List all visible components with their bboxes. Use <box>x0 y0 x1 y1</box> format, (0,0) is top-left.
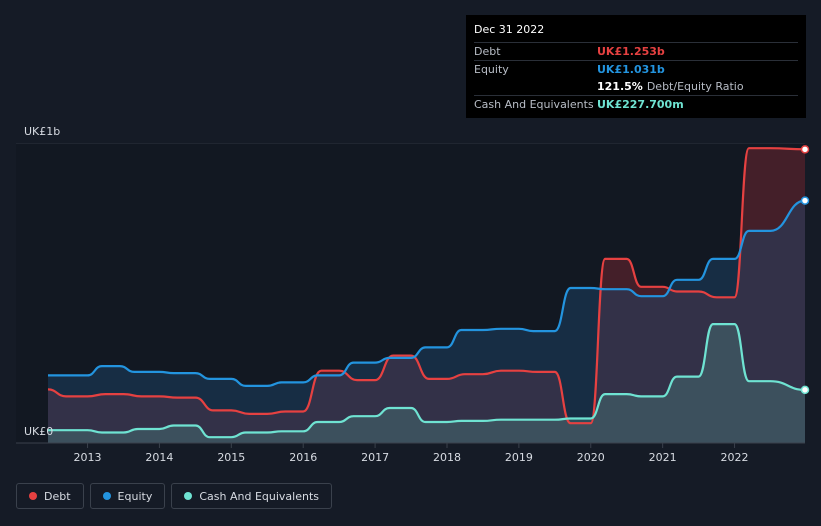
equity-end-marker[interactable] <box>800 196 810 205</box>
tooltip-row-cash: Cash And Equivalents UK£227.700m <box>474 95 798 113</box>
x-tick-label: 2017 <box>361 451 389 464</box>
legend-label: Debt <box>44 489 71 503</box>
tooltip-row-equity: Equity UK£1.031b <box>474 60 798 78</box>
x-tick-label: 2020 <box>577 451 605 464</box>
x-tick-label: 2022 <box>721 451 749 464</box>
legend-item-debt[interactable]: Debt <box>16 483 84 509</box>
tooltip-ratio-caption: Debt/Equity Ratio <box>646 80 744 93</box>
x-tick-label: 2021 <box>649 451 677 464</box>
x-tick-label: 2015 <box>217 451 245 464</box>
x-tick-label: 2013 <box>74 451 102 464</box>
tooltip-row-ratio: 121.5% Debt/Equity Ratio <box>474 78 798 95</box>
y-axis-top-label: UK£1b <box>24 125 60 138</box>
tooltip-label: Equity <box>474 63 509 76</box>
x-tick-label: 2014 <box>145 451 173 464</box>
x-tick-label: 2018 <box>433 451 461 464</box>
chart-legend: Debt Equity Cash And Equivalents <box>16 483 332 509</box>
legend-item-equity[interactable]: Equity <box>89 483 166 509</box>
x-tick-label: 2019 <box>505 451 533 464</box>
x-tick-label: 2016 <box>289 451 317 464</box>
tooltip-label: Debt <box>474 45 501 58</box>
tooltip-ratio-value: 121.5% <box>597 80 643 93</box>
legend-item-cash[interactable]: Cash And Equivalents <box>171 483 332 509</box>
tooltip-cash-value: UK£227.700m <box>597 98 684 111</box>
tooltip-date: Dec 31 2022 <box>474 23 545 36</box>
tooltip-equity-value: UK£1.031b <box>597 63 665 76</box>
cash-and-equivalents-end-marker[interactable] <box>800 385 810 395</box>
legend-label: Cash And Equivalents <box>199 489 319 503</box>
tooltip-label: Cash And Equivalents <box>474 98 594 111</box>
equity-dot-icon <box>102 492 111 500</box>
y-axis-bottom-label: UK£0 <box>24 425 53 438</box>
hover-tooltip: Dec 31 2022 Debt UK£1.253b Equity UK£1.0… <box>466 15 806 118</box>
debt-end-marker[interactable] <box>800 145 810 154</box>
tooltip-debt-value: UK£1.253b <box>597 45 665 58</box>
x-axis-ticks: 2013 2014 2015 2016 2017 2018 2019 2020 2021 2022 <box>16 442 805 464</box>
cash-dot-icon <box>184 492 193 500</box>
legend-label: Equity <box>117 489 153 503</box>
debt-dot-icon <box>29 492 37 500</box>
tooltip-row-debt: Debt UK£1.253b <box>474 42 798 60</box>
